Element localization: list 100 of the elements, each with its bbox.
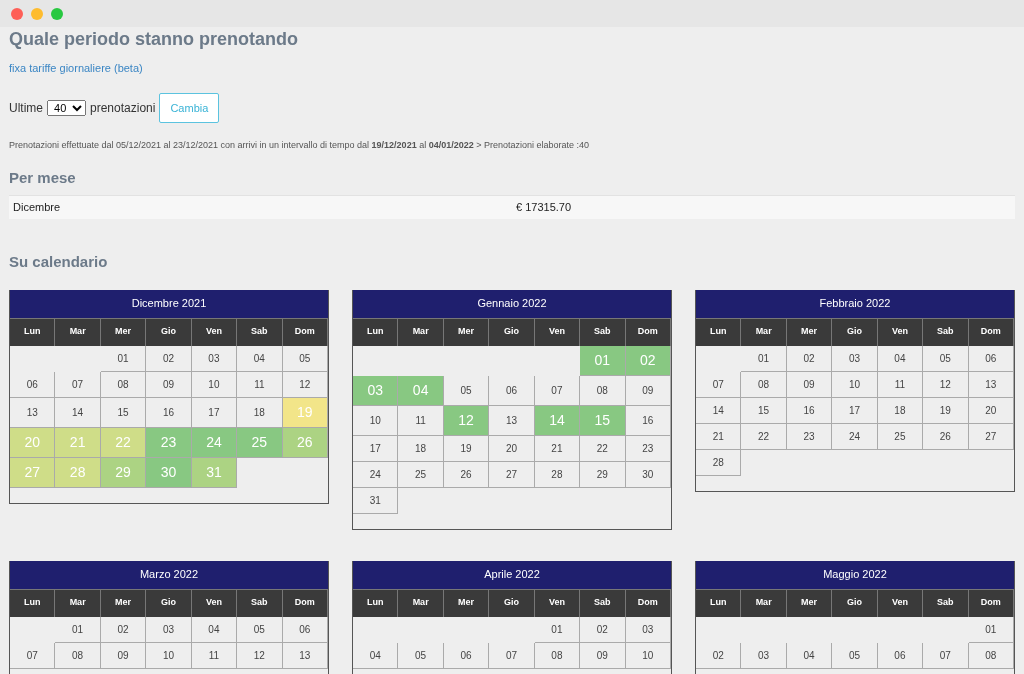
calendar-day: 04 — [237, 345, 283, 372]
weekday-header: Mar — [741, 588, 787, 617]
calendar-day: 20 — [10, 427, 56, 458]
calendar-day: 18 — [237, 397, 283, 428]
change-button[interactable]: Cambia — [159, 92, 220, 124]
weekday-header: Gio — [832, 588, 878, 617]
count-select[interactable]: 40 — [47, 99, 86, 116]
calendar-day: 03 — [832, 345, 878, 372]
calendar-day: 25 — [398, 461, 444, 488]
weekday-header: Gio — [489, 317, 535, 346]
calendar-day: 07 — [696, 371, 742, 398]
weekday-header: Lun — [353, 317, 399, 346]
calendar-day: 09 — [580, 642, 626, 669]
filter-label: Ultime — [9, 99, 43, 117]
weekday-header: Sab — [923, 588, 969, 617]
calendar-day: 21 — [55, 427, 101, 458]
calendar-title: Marzo 2022 — [10, 560, 328, 589]
weekday-header: Lun — [696, 317, 742, 346]
calendar-day: 17 — [353, 435, 399, 462]
calendar-day: 08 — [580, 375, 626, 406]
weekday-header: Sab — [237, 317, 283, 346]
weekday-header: Lun — [10, 317, 56, 346]
calendar-day: 31 — [353, 487, 399, 514]
calendar-day: 07 — [923, 642, 969, 669]
calendar-day: 08 — [55, 642, 101, 669]
calendar-day: 13 — [489, 405, 535, 436]
calendar-day: 10 — [146, 642, 192, 669]
calendar-day: 16 — [146, 397, 192, 428]
calendar-day: 02 — [696, 642, 742, 669]
calendar-day: 05 — [832, 642, 878, 669]
weekday-header: Mar — [55, 588, 101, 617]
calendar-day: 12 — [923, 371, 969, 398]
calendar-day: 06 — [489, 375, 535, 406]
month-amount: € 17315.70 — [516, 199, 572, 215]
calendar-day: 22 — [580, 435, 626, 462]
calendar-day: 28 — [696, 449, 742, 476]
weekday-header: Lun — [10, 588, 56, 617]
calendar-day: 26 — [923, 423, 969, 450]
calendar-day: 05 — [398, 642, 444, 669]
calendar-day: 13 — [10, 397, 56, 428]
calendar-day: 07 — [10, 642, 56, 669]
calendar-day: 11 — [237, 371, 283, 398]
daily-rates-link[interactable]: fixa tariffe giornaliere (beta) — [9, 61, 143, 74]
calendar-day: 01 — [741, 345, 787, 372]
weekday-header: Mar — [55, 317, 101, 346]
minimize-window-icon[interactable] — [31, 7, 43, 20]
calendar-day: 18 — [398, 435, 444, 462]
weekday-header: Sab — [923, 317, 969, 346]
maximize-window-icon[interactable] — [51, 7, 63, 20]
month-name: Dicembre — [13, 200, 61, 213]
calendar-day: 02 — [580, 616, 626, 643]
calendar-day: 17 — [832, 397, 878, 424]
calendar-day: 23 — [146, 427, 192, 458]
weekday-header: Gio — [832, 317, 878, 346]
calendar-title: Dicembre 2021 — [10, 289, 328, 318]
weekday-header: Sab — [580, 588, 626, 617]
calendar-day: 03 — [146, 616, 192, 643]
calendar-day: 14 — [696, 397, 742, 424]
weekday-header: Lun — [353, 588, 399, 617]
weekday-header: Mar — [398, 588, 444, 617]
calendar-day: 02 — [146, 345, 192, 372]
calendar-day: 15 — [741, 397, 787, 424]
calendar-day: 25 — [237, 427, 283, 458]
calendar-title: Febbraio 2022 — [696, 289, 1014, 318]
section-heading: Per mese — [9, 168, 77, 187]
calendar-title: Maggio 2022 — [696, 560, 1014, 589]
calendar-day: 28 — [55, 457, 101, 488]
calendar-day: 14 — [55, 397, 101, 428]
calendar-day: 15 — [580, 405, 626, 436]
calendar-day: 29 — [580, 461, 626, 488]
close-window-icon[interactable] — [11, 7, 23, 20]
calendar-day: 03 — [741, 642, 787, 669]
calendar-day: 08 — [741, 371, 787, 398]
calendar-day: 30 — [146, 457, 192, 488]
calendar-day: 27 — [489, 461, 535, 488]
calendar-day: 19 — [923, 397, 969, 424]
weekday-header: Gio — [489, 588, 535, 617]
weekday-header: Gio — [146, 317, 192, 346]
weekday-header: Lun — [696, 588, 742, 617]
calendar-day: 01 — [55, 616, 101, 643]
calendar-day: 10 — [832, 371, 878, 398]
weekday-header: Sab — [580, 317, 626, 346]
page-title: Quale periodo stanno prenotando — [9, 29, 299, 51]
weekday-header: Mar — [741, 317, 787, 346]
calendar-day: 07 — [55, 371, 101, 398]
calendar-day: 21 — [696, 423, 742, 450]
weekday-header: Mar — [398, 317, 444, 346]
calendar-day: 05 — [237, 616, 283, 643]
weekday-header: Sab — [237, 588, 283, 617]
calendar-title: Aprile 2022 — [353, 560, 671, 589]
calendar-day: 01 — [580, 345, 626, 376]
calendar-day: 10 — [353, 405, 399, 436]
calendar-day: 24 — [353, 461, 399, 488]
calendar-day: 04 — [398, 375, 444, 406]
calendar-day: 27 — [10, 457, 56, 488]
weekday-header: Gio — [146, 588, 192, 617]
calendar-day: 22 — [741, 423, 787, 450]
calendar-day: 20 — [489, 435, 535, 462]
calendar-day: 05 — [923, 345, 969, 372]
calendar-day: 12 — [237, 642, 283, 669]
